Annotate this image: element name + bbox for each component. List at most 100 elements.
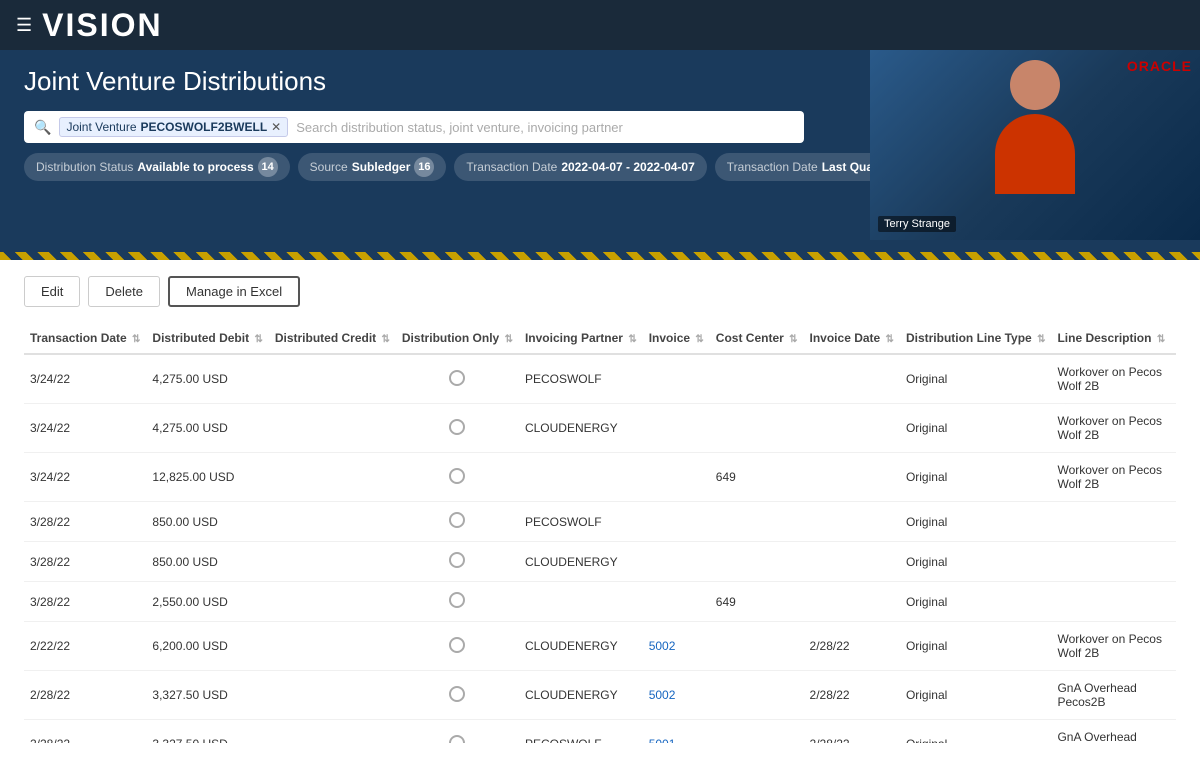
- cell-distribution-line-type: Original: [900, 582, 1052, 622]
- cell-invoice-date: [804, 542, 900, 582]
- cell-invoicing-partner: CLOUDENERGY: [519, 622, 643, 671]
- table-row[interactable]: 3/24/22 4,275.00 USD PECOSWOLF Original …: [24, 354, 1176, 404]
- cell-line-description: [1051, 582, 1176, 622]
- radio-circle[interactable]: [449, 735, 465, 744]
- cell-distribution-only: [396, 502, 519, 542]
- search-placeholder: Search distribution status, joint ventur…: [296, 120, 623, 135]
- table-row[interactable]: 2/28/22 3,327.50 USD PECOSWOLF 5001 2/28…: [24, 720, 1176, 744]
- search-tag-close[interactable]: ✕: [271, 120, 281, 134]
- table-row[interactable]: 2/28/22 3,327.50 USD CLOUDENERGY 5002 2/…: [24, 671, 1176, 720]
- radio-circle[interactable]: [449, 552, 465, 568]
- table-row[interactable]: 2/22/22 6,200.00 USD CLOUDENERGY 5002 2/…: [24, 622, 1176, 671]
- cell-invoicing-partner: CLOUDENERGY: [519, 542, 643, 582]
- cell-distribution-line-type: Original: [900, 671, 1052, 720]
- sort-icon-invdate: ⇅: [886, 334, 894, 345]
- search-icon: 🔍: [34, 119, 51, 136]
- banner-area: ORACLE Terry Strange Joint Venture Distr…: [0, 50, 1200, 260]
- manage-excel-button[interactable]: Manage in Excel: [168, 276, 300, 307]
- cell-line-description: GnA Overhead Pecos2B: [1051, 671, 1176, 720]
- filter-chip-0[interactable]: Distribution Status Available to process…: [24, 153, 290, 181]
- cell-distribution-only: [396, 542, 519, 582]
- cell-distribution-line-type: Original: [900, 502, 1052, 542]
- cell-distributed-credit: [269, 453, 396, 502]
- col-header-invoicing-partner[interactable]: Invoicing Partner ⇅: [519, 323, 643, 354]
- col-header-distribution-line-type[interactable]: Distribution Line Type ⇅: [900, 323, 1052, 354]
- cell-transaction-date: 3/24/22: [24, 404, 146, 453]
- radio-circle[interactable]: [449, 512, 465, 528]
- table-wrapper: Transaction Date ⇅ Distributed Debit ⇅ D…: [24, 323, 1176, 743]
- cell-cost-center: [710, 354, 804, 404]
- cell-distributed-credit: [269, 720, 396, 744]
- sort-icon-linetype: ⇅: [1037, 334, 1045, 345]
- cell-distribution-only: [396, 582, 519, 622]
- cell-invoicing-partner: PECOSWOLF: [519, 354, 643, 404]
- search-tag[interactable]: Joint Venture PECOSWOLF2BWELL ✕: [59, 117, 288, 137]
- table-row[interactable]: 3/28/22 2,550.00 USD 649 Original: [24, 582, 1176, 622]
- table-row[interactable]: 3/24/22 4,275.00 USD CLOUDENERGY Origina…: [24, 404, 1176, 453]
- cell-distributed-credit: [269, 354, 396, 404]
- oracle-logo: ORACLE: [1127, 58, 1192, 74]
- col-header-distribution-only[interactable]: Distribution Only ⇅: [396, 323, 519, 354]
- invoice-link[interactable]: 5002: [649, 688, 676, 702]
- radio-circle[interactable]: [449, 370, 465, 386]
- table-row[interactable]: 3/24/22 12,825.00 USD 649 Original Worko…: [24, 453, 1176, 502]
- cell-invoice: [643, 404, 710, 453]
- radio-circle[interactable]: [449, 419, 465, 435]
- cell-invoice-date: [804, 502, 900, 542]
- sort-icon-partner: ⇅: [628, 334, 636, 345]
- cell-invoice: [643, 354, 710, 404]
- cell-transaction-date: 3/24/22: [24, 354, 146, 404]
- cell-invoice: [643, 502, 710, 542]
- radio-circle[interactable]: [449, 468, 465, 484]
- main-content: Edit Delete Manage in Excel Transaction …: [0, 260, 1200, 759]
- radio-circle[interactable]: [449, 592, 465, 608]
- cell-line-description: Workover on Pecos Wolf 2B: [1051, 404, 1176, 453]
- cell-distributed-debit: 850.00 USD: [146, 502, 268, 542]
- invoice-link[interactable]: 5001: [649, 737, 676, 743]
- cell-cost-center: 649: [710, 582, 804, 622]
- search-bar[interactable]: 🔍 Joint Venture PECOSWOLF2BWELL ✕ Search…: [24, 111, 804, 143]
- cell-cost-center: [710, 404, 804, 453]
- sort-icon-desc: ⇅: [1157, 334, 1165, 345]
- col-header-distributed-credit[interactable]: Distributed Credit ⇅: [269, 323, 396, 354]
- cell-distribution-only: [396, 453, 519, 502]
- sort-icon-credit: ⇅: [382, 334, 390, 345]
- video-presenter-area: ORACLE Terry Strange: [870, 50, 1200, 240]
- radio-circle[interactable]: [449, 637, 465, 653]
- cell-distribution-only: [396, 354, 519, 404]
- cell-invoice: 5002: [643, 622, 710, 671]
- cell-distribution-line-type: Original: [900, 542, 1052, 582]
- col-header-cost-center[interactable]: Cost Center ⇅: [710, 323, 804, 354]
- filter-chip-2[interactable]: Transaction Date 2022-04-07 - 2022-04-07: [454, 153, 706, 181]
- presenter-name: Terry Strange: [878, 216, 956, 232]
- cell-distributed-credit: [269, 542, 396, 582]
- cell-invoicing-partner: CLOUDENERGY: [519, 404, 643, 453]
- radio-circle[interactable]: [449, 686, 465, 702]
- cell-distributed-credit: [269, 622, 396, 671]
- table-body: 3/24/22 4,275.00 USD PECOSWOLF Original …: [24, 354, 1176, 743]
- cell-invoice-date: [804, 354, 900, 404]
- table-row[interactable]: 3/28/22 850.00 USD PECOSWOLF Original: [24, 502, 1176, 542]
- sort-icon-invoice: ⇅: [695, 334, 703, 345]
- col-header-invoice-date[interactable]: Invoice Date ⇅: [804, 323, 900, 354]
- search-tag-label: Joint Venture: [66, 120, 136, 134]
- cell-distributed-credit: [269, 404, 396, 453]
- cell-invoicing-partner: CLOUDENERGY: [519, 671, 643, 720]
- col-header-invoice[interactable]: Invoice ⇅: [643, 323, 710, 354]
- menu-icon[interactable]: ☰: [16, 15, 32, 36]
- cell-line-description: GnA Overhead Pecos 2B: [1051, 720, 1176, 744]
- cell-line-description: [1051, 502, 1176, 542]
- col-header-transaction-date[interactable]: Transaction Date ⇅: [24, 323, 146, 354]
- cell-invoice-date: 2/28/22: [804, 671, 900, 720]
- cell-invoice-date: 2/28/22: [804, 622, 900, 671]
- col-header-distributed-debit[interactable]: Distributed Debit ⇅: [146, 323, 268, 354]
- col-header-line-description[interactable]: Line Description ⇅: [1051, 323, 1176, 354]
- invoice-link[interactable]: 5002: [649, 639, 676, 653]
- cell-transaction-date: 3/28/22: [24, 542, 146, 582]
- filter-chip-1[interactable]: Source Subledger 16: [298, 153, 447, 181]
- cell-distributed-credit: [269, 582, 396, 622]
- delete-button[interactable]: Delete: [88, 276, 160, 307]
- table-row[interactable]: 3/28/22 850.00 USD CLOUDENERGY Original: [24, 542, 1176, 582]
- edit-button[interactable]: Edit: [24, 276, 80, 307]
- cell-distributed-credit: [269, 502, 396, 542]
